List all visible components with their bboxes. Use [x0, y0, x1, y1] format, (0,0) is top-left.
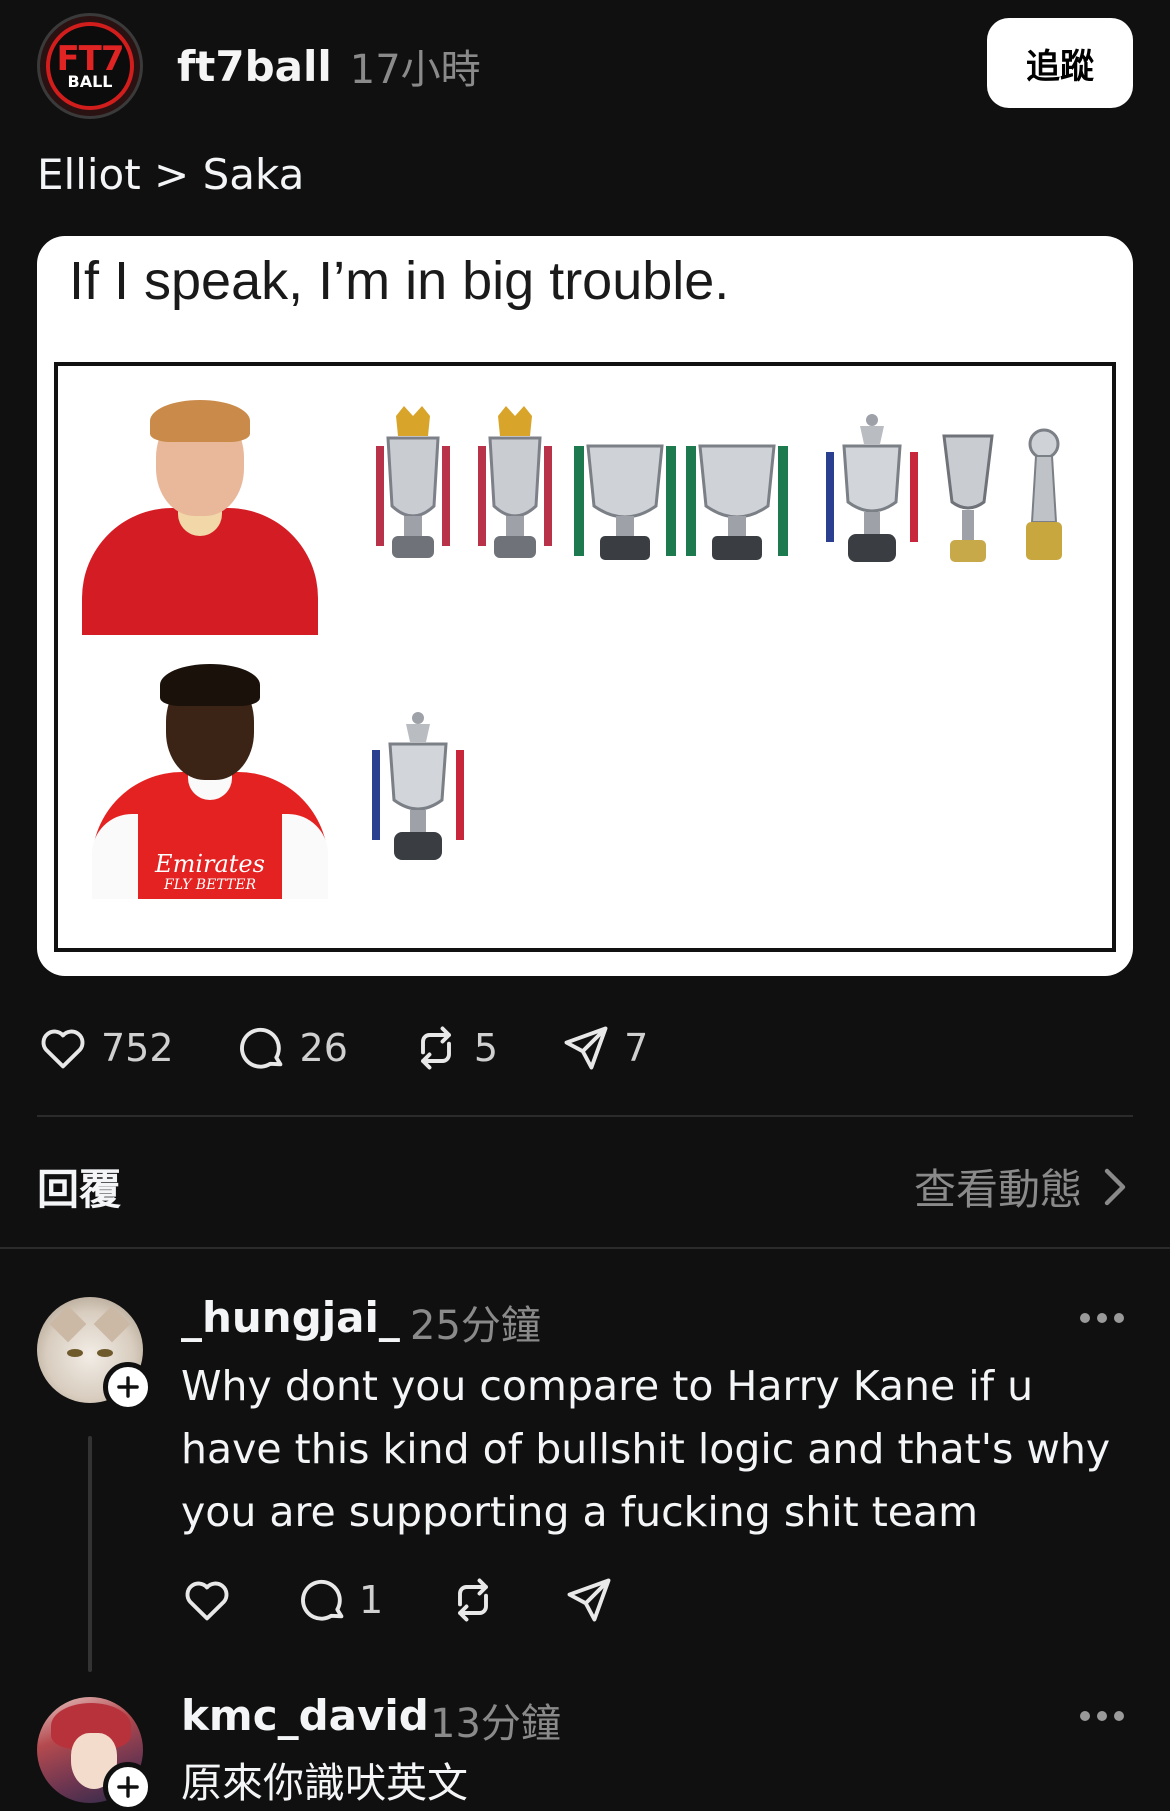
more-icon-dot: [1114, 1711, 1124, 1721]
club-world-cup-trophy-icon: [1026, 428, 1062, 560]
section-divider: [0, 1247, 1170, 1249]
more-options-button[interactable]: [1080, 1711, 1124, 1723]
repost-icon: [420, 1026, 451, 1070]
more-options-button[interactable]: [1080, 1313, 1124, 1325]
sponsor-tagline: FLY BETTER: [163, 877, 256, 893]
comment-button[interactable]: 26: [236, 1022, 348, 1074]
commenter-username[interactable]: kmc_david: [181, 1691, 429, 1740]
follow-button[interactable]: 追蹤: [987, 18, 1133, 108]
more-icon-dot: [1097, 1313, 1107, 1323]
league-cup-trophy-icon: [686, 444, 788, 560]
divider: [37, 1115, 1133, 1117]
plus-icon: [117, 1776, 139, 1798]
premier-league-trophy-icon: [376, 406, 450, 558]
more-icon: [1080, 1313, 1090, 1323]
like-button[interactable]: 752: [37, 1022, 174, 1074]
comment-actions: 1: [181, 1574, 679, 1626]
comment-count: 26: [299, 1026, 348, 1070]
post-time: 17小時: [349, 47, 481, 93]
sponsor-name: Emirates: [155, 850, 265, 878]
shirt-sponsor: Emirates FLY BETTER: [142, 852, 278, 892]
like-count: 752: [101, 1026, 174, 1070]
repost-icon: [458, 1578, 489, 1622]
comment-reply-button[interactable]: 1: [297, 1574, 383, 1626]
comment-icon: [301, 1579, 344, 1621]
follow-plus-button[interactable]: [103, 1762, 153, 1811]
share-icon: [564, 1026, 608, 1070]
author-username[interactable]: ft7ball: [177, 42, 332, 91]
view-activity-label: 查看動態: [913, 1165, 1082, 1214]
meme-frame: Emirates FLY BETTER: [54, 362, 1116, 952]
commenter-username[interactable]: _hungjai_: [181, 1293, 400, 1342]
comment-icon: [239, 1027, 282, 1069]
repost-count: 5: [473, 1026, 499, 1070]
share-button[interactable]: 7: [560, 1022, 648, 1074]
saka-photo: Emirates FLY BETTER: [92, 664, 328, 899]
comment-time: 13分鐘: [430, 1701, 561, 1747]
comment-text: Why dont you compare to Harry Kane if u …: [181, 1362, 1111, 1536]
premier-league-trophy-icon: [478, 406, 552, 558]
plus-icon: [117, 1376, 139, 1398]
fa-cup-trophy-icon: [826, 414, 918, 562]
comment-repost-button[interactable]: [447, 1574, 499, 1626]
repost-button[interactable]: 5: [410, 1022, 498, 1074]
comment-like-button[interactable]: [181, 1574, 233, 1626]
more-icon: [1080, 1711, 1090, 1721]
follow-plus-button[interactable]: [103, 1362, 153, 1412]
player-hair: [160, 664, 260, 706]
cat-eye-left: [67, 1349, 83, 1357]
player-hair: [150, 400, 250, 442]
elliott-photo: [82, 400, 318, 635]
author-avatar[interactable]: FT7 BALL: [37, 13, 143, 119]
chevron-right-icon: [1104, 1168, 1126, 1205]
post-text: Elliot > Saka: [37, 150, 305, 199]
view-activity-link[interactable]: 查看動態: [914, 1156, 1130, 1217]
meme-caption: If I speak, I’m in big trouble.: [69, 251, 730, 311]
comment-text: 原來你識吠英文: [181, 1759, 468, 1807]
cat-ear-right: [93, 1305, 131, 1343]
cat-eye-right: [97, 1349, 113, 1357]
cat-ear-left: [49, 1305, 87, 1343]
post-actions: 752 26 5 7: [37, 1018, 710, 1078]
share-icon: [567, 1578, 611, 1622]
heart-icon: [185, 1581, 229, 1621]
comment-share-button[interactable]: [563, 1574, 615, 1626]
super-cup-trophy-icon: [942, 434, 994, 562]
post-header: FT7 BALL ft7ball 17小時 追蹤: [37, 12, 1133, 120]
share-count: 7: [624, 1026, 649, 1070]
replies-heading: 回覆: [37, 1165, 122, 1214]
post-image[interactable]: If I speak, I’m in big trouble. Emirates…: [37, 236, 1133, 976]
reply-count: 1: [359, 1578, 384, 1622]
heart-icon: [41, 1029, 85, 1069]
league-cup-trophy-icon: [574, 444, 676, 560]
more-icon-dot: [1097, 1711, 1107, 1721]
avatar-logo: FT7 BALL: [56, 42, 124, 90]
comment-time: 25分鐘: [410, 1303, 541, 1349]
fa-cup-trophy-icon: [372, 712, 464, 860]
more-icon-dot: [1114, 1313, 1124, 1323]
thread-line: [88, 1436, 92, 1672]
